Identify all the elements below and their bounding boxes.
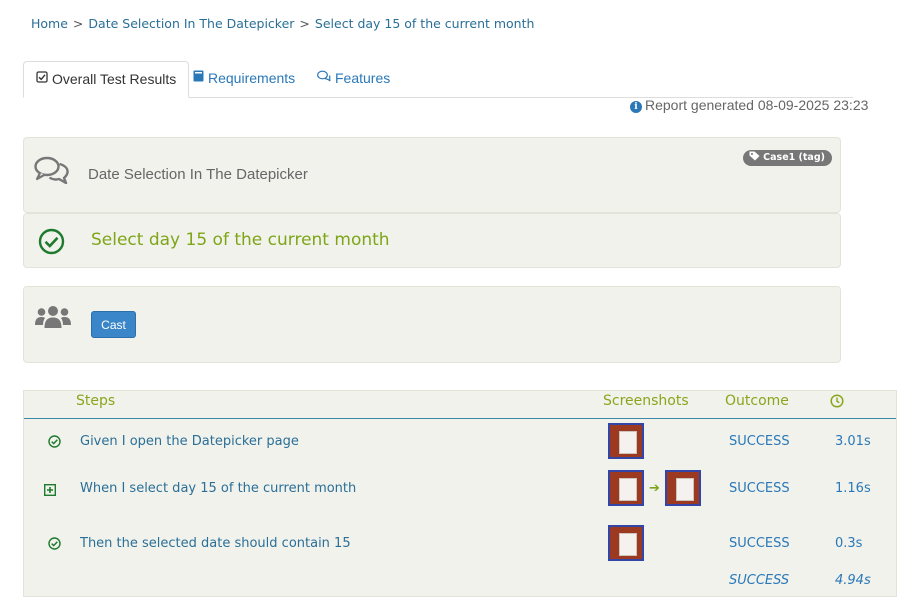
breadcrumb-current: Select day 15 of the current month — [314, 16, 535, 31]
tag-icon — [749, 151, 760, 164]
step-text: Then the selected date should contain 15 — [80, 536, 351, 551]
step-text: Given I open the Datepicker page — [80, 434, 299, 449]
comments-icon — [34, 156, 70, 189]
table-row: Given I open the Datepicker page SUCCESS… — [24, 422, 896, 462]
arrow-right-icon: ➔ — [649, 480, 660, 495]
feature-panel: Date Selection In The Datepicker Case1 (… — [23, 137, 841, 213]
tab-features[interactable]: Features — [305, 61, 402, 97]
breadcrumb-separator: > — [72, 16, 84, 31]
step-duration: 0.3s — [835, 536, 863, 551]
total-duration: 4.94s — [835, 573, 871, 588]
scenario-panel: Select day 15 of the current month — [23, 213, 841, 268]
tab-label: Requirements — [208, 70, 296, 86]
clock-icon — [830, 394, 844, 413]
screenshots-header: Screenshots — [603, 393, 689, 409]
outcome-header: Outcome — [725, 393, 789, 409]
table-row: Then the selected date should contain 15… — [24, 524, 896, 564]
expand-plus-icon[interactable] — [43, 483, 57, 501]
info-icon: i — [630, 101, 642, 113]
screenshot-thumbnail[interactable] — [608, 470, 644, 506]
screenshot-thumbnail[interactable] — [608, 525, 644, 561]
tab-label: Features — [335, 70, 391, 86]
cast-button[interactable]: Cast — [91, 311, 136, 338]
screenshot-thumbnail[interactable] — [608, 423, 644, 459]
step-text: When I select day 15 of the current mont… — [80, 481, 357, 496]
step-outcome: SUCCESS — [729, 536, 790, 551]
checkbox-icon — [36, 62, 48, 96]
book-icon — [193, 61, 204, 95]
tab-bar: Overall Test Results Requirements Featur… — [23, 61, 853, 98]
report-generated: i Report generated 08-09-2025 23:23 — [630, 97, 868, 113]
users-icon — [34, 303, 72, 336]
tab-label: Overall Test Results — [52, 71, 177, 87]
total-row: SUCCESS 4.94s — [24, 564, 896, 594]
total-outcome: SUCCESS — [729, 573, 790, 588]
screenshot-thumbnail[interactable] — [665, 470, 701, 506]
success-check-icon — [38, 228, 65, 260]
breadcrumb-feature-link[interactable]: Date Selection In The Datepicker — [88, 16, 294, 31]
report-generated-text: Report generated 08-09-2025 23:23 — [645, 97, 869, 113]
breadcrumb-home-link[interactable]: Home — [31, 16, 68, 31]
steps-table: Steps Screenshots Outcome Given I open t… — [23, 390, 897, 597]
tag-label: Case1 (tag) — [763, 152, 825, 163]
feature-title: Date Selection In The Datepicker — [88, 166, 308, 183]
step-outcome: SUCCESS — [729, 434, 790, 449]
cast-panel: Cast — [23, 286, 841, 363]
steps-header: Steps — [76, 393, 116, 409]
step-duration: 3.01s — [835, 434, 871, 449]
breadcrumb-separator: > — [299, 16, 310, 31]
scenario-title: Select day 15 of the current month — [91, 230, 390, 250]
step-duration: 1.16s — [835, 481, 871, 496]
comments-icon — [317, 61, 331, 95]
tab-requirements[interactable]: Requirements — [181, 61, 307, 97]
table-row: When I select day 15 of the current mont… — [24, 469, 896, 509]
steps-table-header: Steps Screenshots Outcome — [24, 391, 896, 419]
check-circle-icon — [48, 435, 61, 453]
breadcrumb: Home > Date Selection In The Datepicker > Se… — [31, 16, 534, 31]
step-outcome: SUCCESS — [729, 481, 790, 496]
tab-overall-test-results[interactable]: Overall Test Results — [23, 61, 190, 98]
check-circle-icon — [48, 537, 61, 555]
tag-badge[interactable]: Case1 (tag) — [743, 150, 832, 166]
